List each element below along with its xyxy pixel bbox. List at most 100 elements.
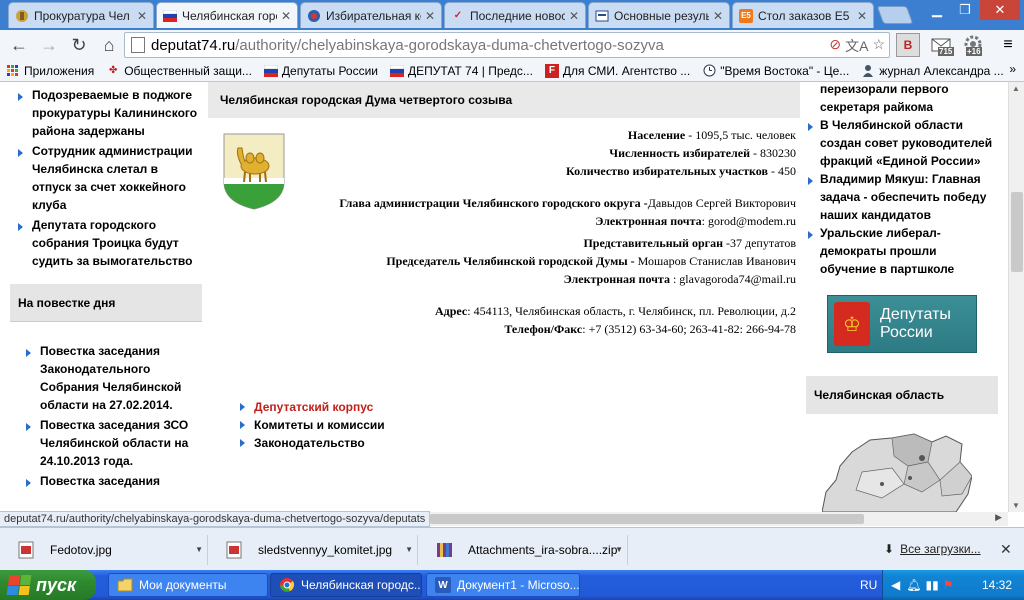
home-icon[interactable]: ⌂ [94,31,124,59]
tab-news[interactable]: ✓ Последние новос ✕ [444,2,586,28]
news-link[interactable]: переизорали первого секретаря райкома [806,82,996,116]
news-link[interactable]: В Челябинской области создан совет руков… [806,116,996,170]
deputaty-rossii-banner[interactable]: ♔ Депутаты России [827,295,977,353]
bookmark-deputaty-rossii[interactable]: Депутаты России [258,64,384,78]
scroll-down-icon[interactable]: ▼ [1012,501,1020,510]
flag-icon [263,64,278,78]
close-window-icon[interactable]: ✕ [980,0,1020,20]
word-icon: W [435,577,451,593]
bookmark-dlya-smi[interactable]: F Для СМИ. Агентство ... [539,63,696,78]
close-tab-icon[interactable]: ✕ [281,9,291,23]
close-tab-icon[interactable]: ✕ [425,9,435,23]
bookmark-vremya-vostoka[interactable]: "Время Востока" - Це... [696,64,855,78]
news-link[interactable]: Владимир Мякуш: Главная задача - обеспеч… [806,170,996,224]
page-title: Челябинская городская Дума четвертого со… [208,82,800,118]
apps-grid-icon [6,64,20,78]
language-indicator[interactable]: RU [860,578,877,592]
population-row: Население - 1095,5 тыс. человек [627,128,796,142]
results-icon [595,9,609,23]
translate-icon[interactable]: 文A [845,36,868,56]
phone-row: Телефон/Факс: +7 (3512) 63-34-60; 263-41… [504,322,796,336]
tab-orders[interactable]: E5 Стол заказов E5 ✕ [732,2,874,28]
election-emblem-icon [307,9,321,23]
close-tab-icon[interactable]: ✕ [713,9,723,23]
tab-prokuratura[interactable]: Прокуратура Чел ✕ [8,2,154,28]
tray-arrow-icon[interactable]: ◀ [891,578,900,592]
gear-badge: +16 [966,47,982,56]
main-content: Челябинская городская Дума четвертого со… [208,82,800,512]
deputies-link[interactable]: Депутатский корпус [240,398,385,416]
close-tab-icon[interactable]: ✕ [137,9,147,23]
tab-chelyabinsk-duma[interactable]: Челябинская горо ✕ [156,2,298,28]
horizontal-scrollbar[interactable]: ▶ [430,512,1008,526]
tab-izbiratelnaya[interactable]: Избирательная ко ✕ [300,2,442,28]
download-item[interactable]: sledstvennyy_komitet.jpg ▼ [208,535,418,565]
left-news-list: Подозреваемые в поджоге прокуратуры Кали… [10,86,200,272]
new-tab-button[interactable] [876,6,914,24]
news-link[interactable]: Уральские либерал-демократы прошли обуче… [806,224,996,278]
head-row: Глава администрации Челябинского городск… [339,196,796,210]
coat-of-arms-icon [222,132,286,210]
scroll-thumb[interactable] [1011,192,1023,272]
agenda-link[interactable]: Повестка заседания Законодательного Собр… [18,342,194,414]
chevron-down-icon[interactable]: ▼ [405,545,413,554]
clock-icon [702,64,716,78]
region-map[interactable] [821,432,973,512]
reload-icon[interactable]: ↻ [64,31,94,59]
news-link[interactable]: Подозреваемые в поджоге прокуратуры Кали… [10,86,200,140]
bookmarks-overflow-icon[interactable]: » [1009,62,1016,76]
bookmark-obshchestvenny[interactable]: ✤ Общественный защи... [100,64,258,78]
b-extension-icon[interactable]: B [896,33,920,57]
tab-results[interactable]: Основные резуль ✕ [588,2,730,28]
chevron-down-icon[interactable]: ▼ [195,545,203,554]
agenda-heading: На повестке дня [10,284,202,322]
chair-row: Председатель Челябинской городской Думы … [386,254,796,268]
all-downloads-link[interactable]: ⬇ Все загрузки... [884,542,981,556]
legislation-link[interactable]: Законодательство [240,434,385,452]
folder-icon [117,577,133,593]
vertical-scrollbar[interactable]: ▲ ▼ [1008,82,1024,512]
forward-arrow-icon[interactable]: → [34,31,64,59]
news-link[interactable]: Депутата городского собрания Троицка буд… [10,216,200,270]
flag-icon [390,64,405,78]
start-button[interactable]: пуск [0,570,96,600]
taskbar-chrome[interactable]: Челябинская городс... [270,573,422,597]
bookmark-star-icon[interactable]: ☆ [872,36,885,56]
voters-row: Численность избирателей - 830230 [609,146,796,160]
taskbar-my-documents[interactable]: Мои документы [108,573,268,597]
close-tab-icon[interactable]: ✕ [569,9,579,23]
districts-row: Количество избирательных участков - 450 [566,164,796,178]
agenda-link[interactable]: Повестка заседания [18,472,194,490]
menu-icon[interactable]: ≡ [996,33,1020,57]
hscroll-thumb[interactable] [430,514,864,524]
russian-emblem-icon: ♔ [834,302,870,346]
scroll-up-icon[interactable]: ▲ [1012,84,1020,93]
download-item[interactable]: Fedotov.jpg ▼ [0,535,208,565]
eagle-emblem-icon [15,9,29,23]
flag-tray-icon[interactable]: ⚑ [943,578,954,592]
agenda-link[interactable]: Повестка заседания ЗСО Челябинской облас… [18,416,194,470]
restore-window-icon[interactable]: ❐ [952,0,978,20]
scroll-right-icon[interactable]: ▶ [995,512,1002,523]
download-arrow-icon: ⬇ [884,542,895,556]
agenda-list: Повестка заседания Законодательного Собр… [18,342,194,492]
blocked-popup-icon[interactable]: ⊘ [829,36,841,56]
chevron-down-icon[interactable]: ▼ [615,545,623,554]
committees-link[interactable]: Комитеты и комиссии [240,416,385,434]
bookmark-apps[interactable]: Приложения [0,64,100,78]
taskbar-word-document[interactable]: W Документ1 - Microso... [426,573,580,597]
notification-icon[interactable]: 🔔︎ [906,578,921,592]
clock: 14:32 [981,578,1012,592]
download-item[interactable]: Attachments_ira-sobra....zip ▼ [418,535,628,565]
minimize-window-icon[interactable]: ▁ [924,0,950,20]
bookmark-deputat74[interactable]: ДЕПУТАТ 74 | Предс... [384,64,539,78]
close-downloads-icon[interactable]: ✕ [1000,541,1012,558]
bookmark-zhurnal[interactable]: журнал Александра ... [855,64,1009,78]
browser-toolbar: ← → ↻ ⌂ deputat74.ru/authority/chelyabin… [0,30,1024,60]
address-bar[interactable]: deputat74.ru/authority/chelyabinskaya-go… [124,32,890,58]
close-tab-icon[interactable]: ✕ [857,9,867,23]
news-link[interactable]: Сотрудник администрации Челябинска слета… [10,142,200,214]
mail-badge: 715 [939,47,953,56]
back-arrow-icon[interactable]: ← [4,31,34,59]
network-icon[interactable]: ▮▮ [925,578,938,592]
